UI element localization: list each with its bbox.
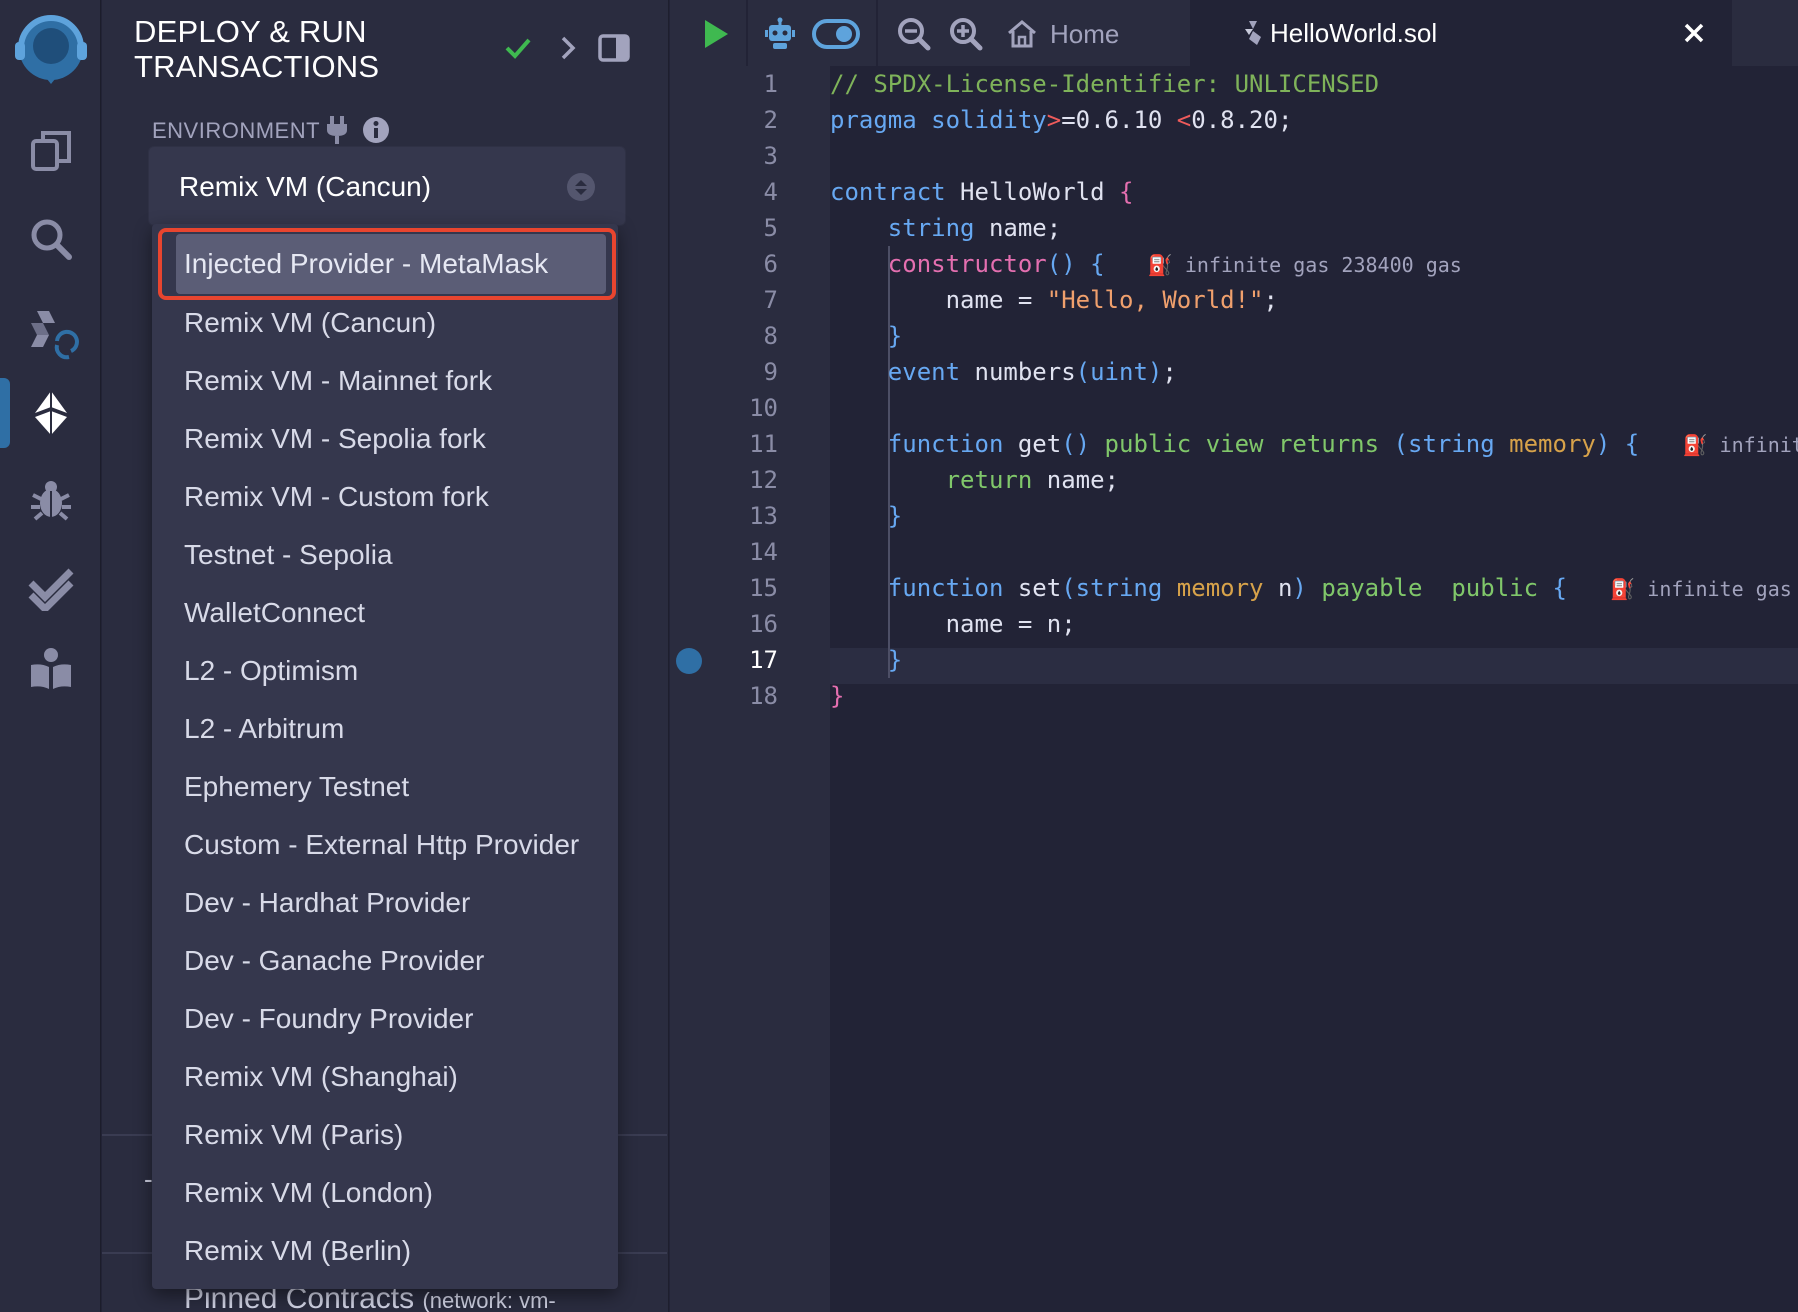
env-option[interactable]: Dev - Hardhat Provider <box>152 874 618 932</box>
environment-label: ENVIRONMENT <box>152 118 320 144</box>
environment-select[interactable]: Remix VM (Cancun) <box>148 146 626 226</box>
icon-rail <box>0 0 101 1312</box>
info-icon[interactable] <box>362 116 390 149</box>
line-number: 4 <box>763 178 778 206</box>
plug-icon <box>326 116 348 149</box>
debugger-icon[interactable] <box>0 464 101 534</box>
env-option[interactable]: L2 - Arbitrum <box>152 700 618 758</box>
code-line-15: function set(string memory n) payable pu… <box>887 574 1792 602</box>
environment-label-text: ENVIRONMENT <box>152 118 321 143</box>
env-option[interactable]: Remix VM (Berlin) <box>152 1222 618 1280</box>
line-number: 11 <box>749 430 778 458</box>
pinned-network-label: (network: vm- <box>422 1288 556 1312</box>
code-line-12: return name; <box>945 466 1119 494</box>
env-option[interactable]: Remix VM (Paris) <box>152 1106 618 1164</box>
check-icon <box>500 30 536 66</box>
gas-estimate: ⛽ infinite gas <box>1610 577 1792 601</box>
code-editor[interactable]: // SPDX-License-Identifier: UNLICENSED p… <box>830 66 1798 1312</box>
env-option[interactable]: Remix VM (London) <box>152 1164 618 1222</box>
env-option[interactable]: Remix VM - Sepolia fork <box>152 410 618 468</box>
solidity-file-icon <box>1240 20 1266 46</box>
gas-estimate: ⛽ infinite gas 238400 gas <box>1147 253 1462 277</box>
code-line-7: name = "Hello, World!"; <box>830 286 1278 314</box>
autocompletion-toggle-icon[interactable] <box>810 12 862 56</box>
line-number: 5 <box>763 214 778 242</box>
gas-estimate: ⛽ infinit <box>1683 433 1798 457</box>
deploy-run-icon[interactable] <box>0 378 101 448</box>
solidity-compiler-icon[interactable] <box>0 298 101 368</box>
line-number: 18 <box>749 682 778 710</box>
home-tab[interactable]: Home <box>1006 12 1119 56</box>
line-number: 7 <box>763 286 778 314</box>
ai-assistant-robot-icon[interactable] <box>758 12 802 56</box>
env-option[interactable]: Remix VM - Mainnet fork <box>152 352 618 410</box>
line-number: 16 <box>749 610 778 638</box>
gas-estimate-text: infinite gas 238400 gas <box>1184 253 1462 277</box>
env-option[interactable]: Remix VM (Cancun) <box>152 294 618 352</box>
chevron-right-icon[interactable] <box>550 30 586 66</box>
line-number: 1 <box>763 70 778 98</box>
line-number: 15 <box>749 574 778 602</box>
home-tab-label: Home <box>1050 18 1120 49</box>
code-line-5: string name; <box>887 214 1062 242</box>
code-line-1: // SPDX-License-Identifier: UNLICENSED <box>830 70 1380 98</box>
breakpoint-marker[interactable] <box>676 648 702 674</box>
file-explorer-icon[interactable] <box>0 116 101 186</box>
code-line-13: } <box>887 502 903 530</box>
line-number: 13 <box>749 502 778 530</box>
environment-dropdown-menu: Injected Provider - MetaMask Remix VM (C… <box>152 224 618 1289</box>
zoom-out-icon[interactable] <box>892 12 936 56</box>
env-option[interactable]: Testnet - Sepolia <box>152 526 618 584</box>
gas-estimate-text: infinite gas <box>1647 577 1792 601</box>
code-line-6: constructor() { ⛽ infinite gas 238400 ga… <box>887 250 1462 278</box>
line-number: 12 <box>749 466 778 494</box>
env-option[interactable]: Remix VM - Custom fork <box>152 468 618 526</box>
code-line-2: pragma solidity>=0.6.10 <0.8.20; <box>830 106 1293 134</box>
env-option[interactable]: WalletConnect <box>152 584 618 642</box>
env-option[interactable]: Custom - External Http Provider <box>152 816 618 874</box>
close-icon[interactable] <box>1672 11 1716 55</box>
run-script-icon[interactable] <box>694 12 738 56</box>
panel-toggle-icon[interactable] <box>596 30 632 66</box>
tab-helloworld-sol[interactable]: HelloWorld.sol <box>1190 0 1732 66</box>
testing-icon[interactable] <box>0 552 101 622</box>
line-number: 14 <box>749 538 778 566</box>
editor-tabbar: Home HelloWorld.sol <box>670 0 1798 66</box>
environment-select-value: Remix VM (Cancun) <box>179 171 432 202</box>
code-line-11: function get() public view returns (stri… <box>830 426 1798 462</box>
line-number: 10 <box>749 394 778 422</box>
env-option[interactable]: Dev - Ganache Provider <box>152 932 618 990</box>
code-line-8: } <box>887 322 903 350</box>
code-line-9: event numbers(uint); <box>887 358 1177 386</box>
file-tab-label: HelloWorld.sol <box>1270 17 1438 48</box>
env-option-injected-metamask[interactable]: Injected Provider - MetaMask <box>176 234 606 294</box>
search-icon[interactable] <box>0 204 101 274</box>
line-number: 8 <box>763 322 778 350</box>
code-line-18: } <box>830 682 845 710</box>
env-option[interactable]: L2 - Optimism <box>152 642 618 700</box>
remix-logo-icon[interactable] <box>0 10 101 94</box>
select-caret-icon <box>567 173 595 201</box>
panel-title: DEPLOY & RUN TRANSACTIONS <box>134 14 380 84</box>
env-option[interactable]: Dev - Foundry Provider <box>152 990 618 1048</box>
gas-estimate-text: infinit <box>1719 433 1798 457</box>
code-line-4: contract HelloWorld { <box>830 178 1134 206</box>
current-line-highlight <box>830 648 1798 684</box>
zoom-in-icon[interactable] <box>944 12 988 56</box>
line-number-gutter: 1 2 3 4 5 6 7 8 9 10 11 12 13 14 15 16 1… <box>670 66 830 1312</box>
code-line-17: } <box>887 646 903 674</box>
home-icon <box>1008 20 1036 48</box>
env-option[interactable]: Ephemery Testnet <box>152 758 618 816</box>
line-number: 9 <box>763 358 778 386</box>
line-number: 2 <box>763 106 778 134</box>
code-line-16: name = n; <box>830 610 1076 638</box>
env-option[interactable]: Remix VM (Shanghai) <box>152 1048 618 1106</box>
line-number: 3 <box>763 142 778 170</box>
learneth-icon[interactable] <box>0 634 101 704</box>
line-number: 6 <box>763 250 778 278</box>
